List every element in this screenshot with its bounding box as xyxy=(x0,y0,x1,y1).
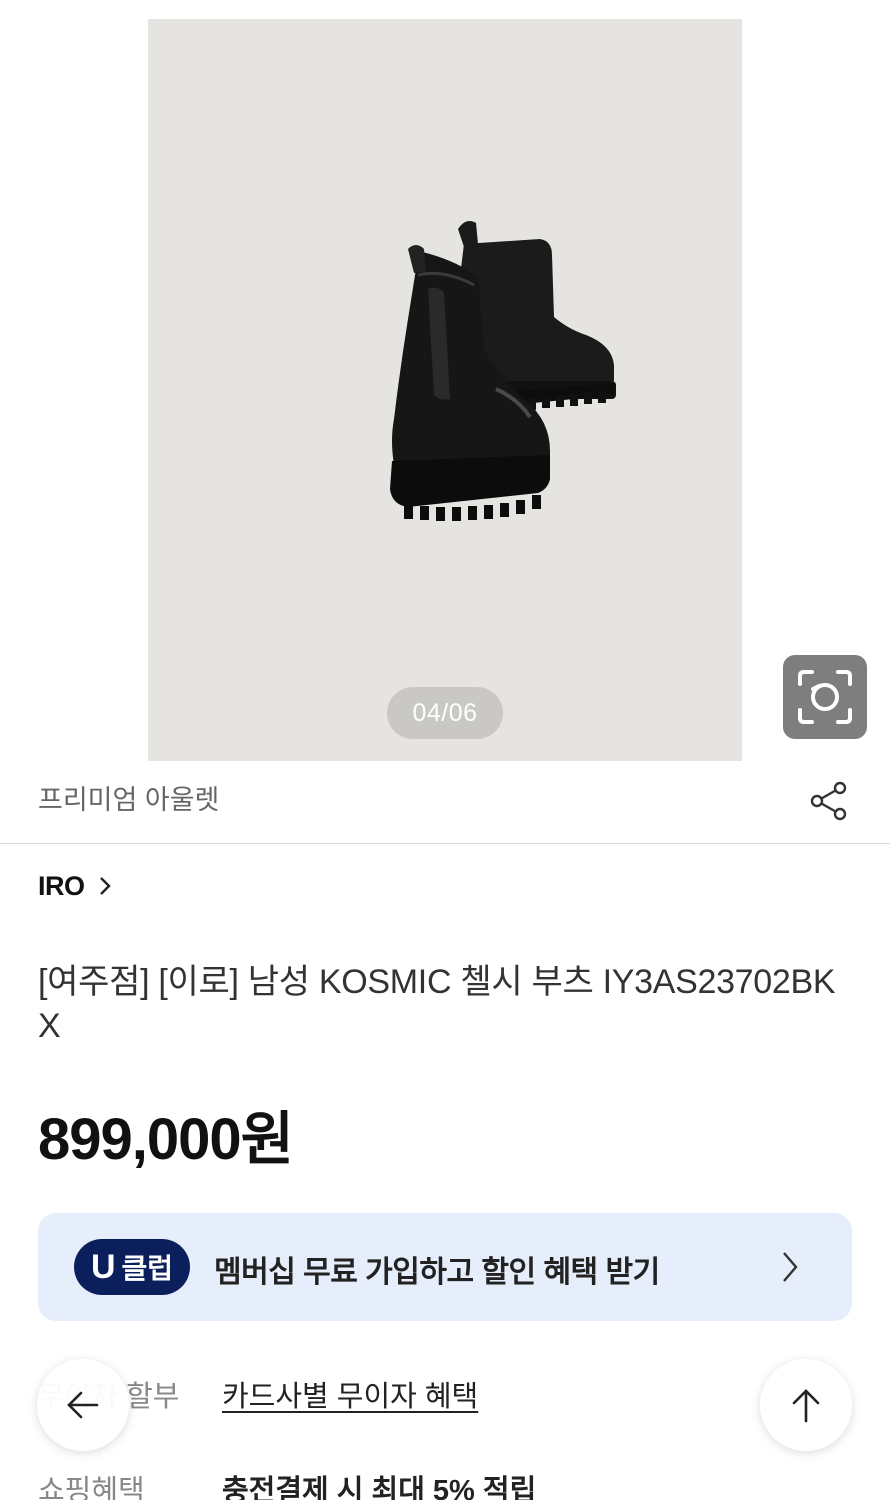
camera-lens-button[interactable] xyxy=(783,655,867,739)
uclub-badge-u: U xyxy=(90,1247,116,1286)
shopping-benefit-value: 충전결제 시 최대 5% 적립 xyxy=(222,1475,537,1500)
brand-name: IRO xyxy=(38,870,85,901)
product-image-gallery[interactable]: 04/06 xyxy=(148,19,742,761)
store-row: 프리미엄 아울렛 xyxy=(0,762,890,844)
chelsea-boots-image xyxy=(390,221,616,521)
image-counter: 04/06 xyxy=(387,687,503,739)
uclub-membership-banner[interactable]: U 클럽 멤버십 무료 가입하고 할인 혜택 받기 xyxy=(38,1213,852,1321)
camera-lens-icon xyxy=(798,670,852,724)
share-button[interactable] xyxy=(806,778,852,824)
scroll-top-button[interactable] xyxy=(760,1359,852,1451)
shopping-benefit-row: 쇼핑혜택 충전결제 시 최대 5% 적립 xyxy=(38,1466,536,1500)
brand-link[interactable]: IRO xyxy=(38,866,113,906)
store-name: 프리미엄 아울렛 xyxy=(38,785,220,815)
uclub-badge: U 클럽 xyxy=(74,1239,190,1295)
back-button[interactable] xyxy=(37,1359,129,1451)
product-title: [여주점] [이로] 남성 KOSMIC 첼시 부츠 IY3AS23702BKX xyxy=(38,963,836,1045)
product-price: 899,000원 xyxy=(38,1107,294,1172)
share-icon xyxy=(810,781,847,821)
card-interest-free-link[interactable]: 카드사별 무이자 혜택 xyxy=(222,1373,478,1415)
uclub-banner-text: 멤버십 무료 가입하고 할인 혜택 받기 xyxy=(214,1256,660,1289)
chevron-right-icon xyxy=(778,1247,802,1292)
chevron-right-icon xyxy=(97,874,113,898)
arrow-left-icon xyxy=(67,1391,99,1419)
uclub-badge-club: 클럽 xyxy=(121,1253,174,1284)
shopping-benefit-label: 쇼핑혜택 xyxy=(38,1475,145,1500)
arrow-up-icon xyxy=(792,1389,820,1423)
